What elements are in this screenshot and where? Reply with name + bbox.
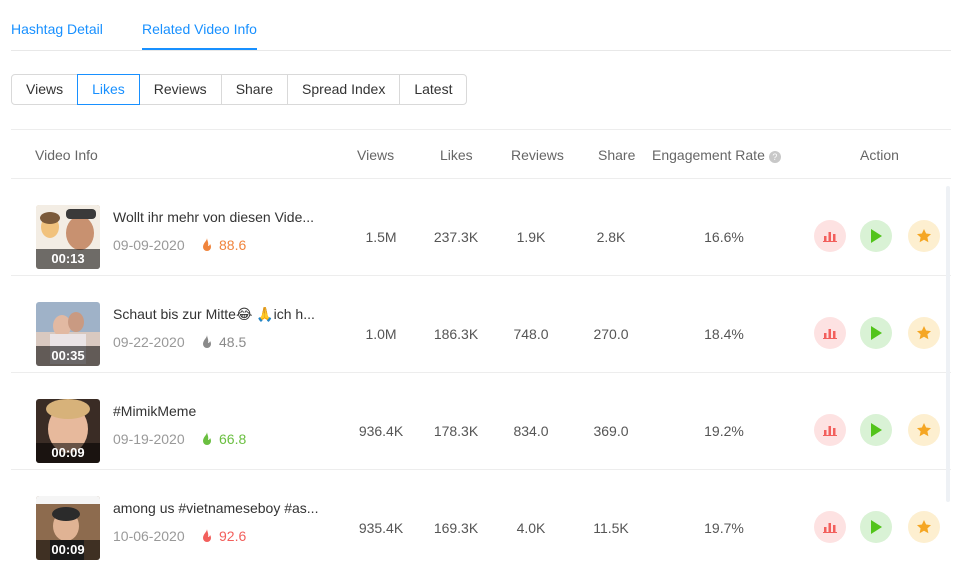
fire-icon	[203, 432, 211, 445]
likes-cell: 237.3K	[433, 229, 479, 245]
video-duration: 00:13	[36, 249, 100, 269]
sort-likes-button[interactable]: Likes	[77, 74, 140, 105]
bar-chart-icon	[823, 426, 837, 436]
share-cell: 11.5K	[593, 520, 629, 536]
play-icon	[871, 326, 882, 340]
engagement-cell: 19.2%	[704, 423, 744, 439]
video-date: 10-06-2020	[113, 528, 185, 544]
video-title[interactable]: among us #vietnameseboy #as...	[113, 500, 323, 516]
likes-cell: 169.3K	[433, 520, 479, 536]
header-likes[interactable]: Likes	[440, 147, 473, 163]
video-score: 88.6	[201, 237, 246, 253]
engagement-cell: 16.6%	[704, 229, 744, 245]
header-engagement-rate-label: Engagement Rate	[652, 147, 765, 163]
video-thumbnail[interactable]: 00:09	[36, 399, 100, 463]
views-cell: 936.4K	[358, 423, 404, 439]
video-score: 48.5	[201, 334, 246, 350]
table-row[interactable]: 00:09 #MimikMeme 09-19-2020 66.8 936.4K …	[11, 373, 951, 470]
play-button[interactable]	[860, 414, 892, 446]
fire-icon	[203, 238, 211, 251]
video-table: Video Info Views Likes Reviews Share Eng…	[11, 129, 951, 567]
video-duration: 00:09	[36, 540, 100, 560]
video-date: 09-09-2020	[113, 237, 185, 253]
video-title[interactable]: Wollt ihr mehr von diesen Vide...	[113, 209, 323, 225]
video-duration: 00:09	[36, 443, 100, 463]
table-row[interactable]: 00:35 Schaut bis zur Mitte😂 🙏ich h... 09…	[11, 276, 951, 373]
header-video-info: Video Info	[35, 147, 98, 163]
video-score-value: 48.5	[219, 334, 247, 350]
engagement-cell: 19.7%	[704, 520, 744, 536]
share-cell: 270.0	[593, 326, 629, 342]
video-score-value: 66.8	[219, 431, 247, 447]
likes-cell: 178.3K	[433, 423, 479, 439]
stats-button[interactable]	[814, 511, 846, 543]
video-thumbnail[interactable]: 00:35	[36, 302, 100, 366]
play-button[interactable]	[860, 220, 892, 252]
views-cell: 1.0M	[365, 326, 397, 342]
reviews-cell: 748.0	[513, 326, 549, 342]
tab-related-video-info[interactable]: Related Video Info	[142, 21, 257, 37]
video-date: 09-22-2020	[113, 334, 185, 350]
header-share[interactable]: Share	[598, 147, 635, 163]
play-button[interactable]	[860, 511, 892, 543]
bar-chart-icon	[823, 329, 837, 339]
sort-views-button[interactable]: Views	[11, 74, 79, 105]
bar-chart-icon	[823, 232, 837, 242]
play-icon	[871, 520, 882, 534]
table-row[interactable]: 00:09 among us #vietnameseboy #as... 10-…	[11, 470, 951, 567]
video-score-value: 92.6	[219, 528, 247, 544]
reviews-cell: 1.9K	[516, 229, 546, 245]
video-thumbnail[interactable]: 00:09	[36, 496, 100, 560]
reviews-cell: 4.0K	[516, 520, 546, 536]
active-tab-indicator	[142, 48, 257, 50]
info-circle-icon[interactable]: ?	[768, 151, 781, 163]
header-reviews[interactable]: Reviews	[511, 147, 564, 163]
play-icon	[871, 229, 882, 243]
stats-button[interactable]	[814, 414, 846, 446]
fire-icon	[203, 529, 211, 542]
views-cell: 1.5M	[365, 229, 397, 245]
video-score: 92.6	[201, 528, 246, 544]
favorite-button[interactable]	[908, 317, 940, 349]
fire-icon	[203, 335, 211, 348]
bar-chart-icon	[823, 523, 837, 533]
video-thumbnail[interactable]: 00:13	[36, 205, 100, 269]
share-cell: 369.0	[593, 423, 629, 439]
table-header: Video Info Views Likes Reviews Share Eng…	[11, 129, 951, 179]
favorite-button[interactable]	[908, 511, 940, 543]
favorite-button[interactable]	[908, 220, 940, 252]
video-date: 09-19-2020	[113, 431, 185, 447]
tab-hashtag-detail[interactable]: Hashtag Detail	[11, 21, 103, 37]
play-icon	[871, 423, 882, 437]
share-cell: 2.8K	[596, 229, 626, 245]
sort-spread-index-button[interactable]: Spread Index	[287, 74, 401, 105]
sort-share-button[interactable]: Share	[220, 74, 289, 105]
table-row[interactable]: 00:13 Wollt ihr mehr von diesen Vide... …	[11, 179, 951, 276]
tab-bar: Hashtag Detail Related Video Info	[11, 0, 951, 51]
header-action: Action	[860, 147, 899, 163]
star-icon	[917, 326, 931, 340]
video-title[interactable]: #MimikMeme	[113, 403, 323, 419]
video-score: 66.8	[201, 431, 246, 447]
table-scrollbar[interactable]	[946, 186, 950, 502]
favorite-button[interactable]	[908, 414, 940, 446]
star-icon	[917, 520, 931, 534]
star-icon	[917, 423, 931, 437]
sort-segmented-control: Views Likes Reviews Share Spread Index L…	[11, 74, 468, 105]
header-views[interactable]: Views	[357, 147, 394, 163]
sort-latest-button[interactable]: Latest	[399, 74, 468, 105]
play-button[interactable]	[860, 317, 892, 349]
sort-reviews-button[interactable]: Reviews	[138, 74, 222, 105]
header-engagement-rate[interactable]: Engagement Rate?	[652, 147, 781, 163]
video-score-value: 88.6	[219, 237, 247, 253]
engagement-cell: 18.4%	[704, 326, 744, 342]
star-icon	[917, 229, 931, 243]
video-title[interactable]: Schaut bis zur Mitte😂 🙏ich h...	[113, 306, 323, 323]
stats-button[interactable]	[814, 220, 846, 252]
views-cell: 935.4K	[358, 520, 404, 536]
stats-button[interactable]	[814, 317, 846, 349]
likes-cell: 186.3K	[433, 326, 479, 342]
video-duration: 00:35	[36, 346, 100, 366]
reviews-cell: 834.0	[513, 423, 549, 439]
